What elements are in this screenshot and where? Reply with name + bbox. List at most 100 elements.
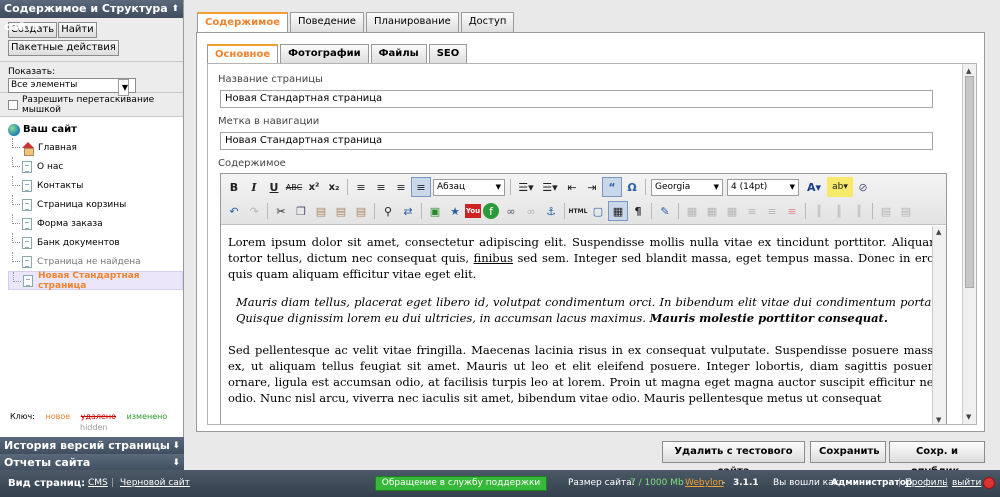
tab-photos[interactable]: Фотографии (280, 44, 369, 63)
special-char-icon[interactable]: Ω (622, 177, 642, 197)
merge-cells-icon[interactable]: ▤ (896, 201, 916, 221)
copy-icon[interactable]: ❐ (291, 201, 311, 221)
text-color-icon[interactable]: A▾ (801, 177, 827, 197)
split-cells-icon[interactable]: ▤ (876, 201, 896, 221)
page-name-input[interactable]: Новая Стандартная страница (220, 90, 933, 108)
tree-item-new-page[interactable]: Новая Стандартная страница (8, 271, 183, 291)
profile-link[interactable]: Профиль (905, 478, 948, 488)
editor-content[interactable]: Lorem ipsum dolor sit amet, consectetur … (221, 226, 946, 424)
scroll-down-icon[interactable]: ▼ (966, 413, 971, 421)
subscript-icon[interactable]: x₂ (324, 177, 344, 197)
link-icon[interactable]: ∞ (501, 201, 521, 221)
insert-row-after-icon[interactable]: ≡ (762, 201, 782, 221)
tab-scheduling[interactable]: Планирование (365, 12, 459, 32)
paste-icon[interactable]: ▤ (311, 201, 331, 221)
redo-icon[interactable]: ↷ (244, 201, 264, 221)
batch-actions-button[interactable]: Пакетные действия (8, 40, 119, 56)
indent-icon[interactable]: ⇥ (582, 177, 602, 197)
insert-col-after-icon[interactable]: ║ (829, 201, 849, 221)
tree-item-documents[interactable]: Банк документов (8, 233, 183, 252)
align-justify-icon[interactable]: ≡ (411, 177, 431, 197)
align-left-icon[interactable]: ≡ (351, 177, 371, 197)
find-icon[interactable]: ⚲ (378, 201, 398, 221)
scroll-up-icon[interactable]: ▲ (966, 67, 971, 75)
undo-icon[interactable]: ↶ (224, 201, 244, 221)
text-link[interactable]: finibus (474, 251, 513, 265)
panel-header[interactable]: Содержимое и Структура сайта ⬆ (0, 0, 183, 33)
youtube-icon[interactable]: You (465, 204, 481, 218)
scroll-thumb[interactable] (965, 76, 974, 288)
italic-icon[interactable]: I (244, 177, 264, 197)
underline-icon[interactable]: U (264, 177, 284, 197)
strikethrough-icon[interactable]: ABC (284, 177, 304, 197)
nav-label-input[interactable]: Новая Стандартная страница (220, 132, 933, 150)
format-select[interactable]: Абзац ▼ (433, 178, 505, 196)
delete-row-icon[interactable]: ≡ (782, 201, 802, 221)
image-icon[interactable]: ▣ (425, 201, 445, 221)
font-size-select[interactable]: 4 (14pt) ▼ (727, 178, 799, 196)
cms-link[interactable]: CMS (88, 478, 108, 488)
cut-icon[interactable]: ✂ (271, 201, 291, 221)
tree-item-not-found[interactable]: Страница не найдена (8, 252, 183, 271)
drag-checkbox[interactable] (8, 99, 18, 110)
save-button[interactable]: Сохранить (810, 441, 886, 463)
scroll-down-icon[interactable]: ▼ (936, 416, 941, 424)
scroll-up-icon[interactable]: ▲ (936, 228, 941, 236)
tree-item-home[interactable]: Главная (8, 138, 183, 157)
html-source-icon[interactable]: HTML (568, 201, 588, 221)
cell-props-icon[interactable]: ▦ (722, 201, 742, 221)
flash-icon[interactable]: f (483, 203, 499, 219)
outdent-icon[interactable]: ⇤ (562, 177, 582, 197)
clear-format-icon[interactable]: ⊘ (853, 177, 873, 197)
align-center-icon[interactable]: ≡ (371, 177, 391, 197)
table-icon[interactable]: ▦ (682, 201, 702, 221)
support-button[interactable]: Обращение в службу поддержки (375, 476, 547, 491)
bullet-list-icon[interactable]: ☰▾ (514, 177, 538, 197)
visual-aid-icon[interactable]: ▦ (608, 201, 628, 221)
edit-css-icon[interactable]: ✎ (655, 201, 675, 221)
unlink-icon[interactable]: ∞ (521, 201, 541, 221)
paste-text-icon[interactable]: ▤ (331, 201, 351, 221)
expand-icon[interactable]: ⬇ (172, 437, 180, 455)
numbered-list-icon[interactable]: ☰▾ (538, 177, 562, 197)
align-right-icon[interactable]: ≡ (391, 177, 411, 197)
media-icon[interactable]: ★ (445, 201, 465, 221)
draft-site-link[interactable]: Черновой сайт (120, 478, 190, 488)
tree-item-contacts[interactable]: Контакты (8, 176, 183, 195)
blockquote-icon[interactable]: “ (602, 177, 622, 197)
tab-files[interactable]: Файлы (370, 44, 427, 63)
tab-seo[interactable]: SEO (428, 44, 468, 63)
version-history-header[interactable]: История версий страницы ⬇ (0, 437, 184, 455)
find-button[interactable]: Найти (58, 22, 97, 38)
editor-scrollbar[interactable]: ▲ ▼ (932, 226, 946, 424)
tab-behavior[interactable]: Поведение (290, 12, 364, 32)
remove-from-test-site-button[interactable]: Удалить с тестового сайта (662, 441, 805, 477)
font-family-select[interactable]: Georgia ▼ (651, 178, 723, 196)
tree-item-cart[interactable]: Страница корзины (8, 195, 183, 214)
collapse-icon[interactable]: ⬆ (171, 0, 179, 18)
delete-col-icon[interactable]: ║ (849, 201, 869, 221)
insert-col-before-icon[interactable]: ║ (809, 201, 829, 221)
pilcrow-icon[interactable]: ¶ (628, 201, 648, 221)
tab-main[interactable]: Основное (207, 44, 279, 63)
tab-content[interactable]: Содержимое (197, 12, 289, 33)
tree-item-about[interactable]: О нас (8, 157, 183, 176)
insert-row-before-icon[interactable]: ≡ (742, 201, 762, 221)
anchor-icon[interactable]: ⚓ (541, 201, 561, 221)
paste-word-icon[interactable]: ▤ (351, 201, 371, 221)
power-icon[interactable] (983, 477, 995, 489)
bold-icon[interactable]: B (224, 177, 244, 197)
highlight-color-icon[interactable]: ab▾ (827, 177, 853, 197)
form-scrollbar[interactable]: ▲ ▼ (962, 64, 976, 424)
tree-root[interactable]: Ваш сайт (8, 121, 183, 138)
show-select[interactable]: Все элементы ▼ (8, 78, 136, 96)
superscript-icon[interactable]: x² (304, 177, 324, 197)
tree-item-order-form[interactable]: Форма заказа (8, 214, 183, 233)
fullscreen-icon[interactable]: ▢ (588, 201, 608, 221)
drag-toggle[interactable]: Разрешить перетаскивание мышкой (0, 93, 183, 117)
logout-link[interactable]: выйти (952, 478, 981, 488)
replace-icon[interactable]: ⇄ (398, 201, 418, 221)
row-props-icon[interactable]: ▦ (702, 201, 722, 221)
brand-link[interactable]: Webylon (685, 478, 724, 488)
tab-access[interactable]: Доступ (460, 12, 515, 32)
